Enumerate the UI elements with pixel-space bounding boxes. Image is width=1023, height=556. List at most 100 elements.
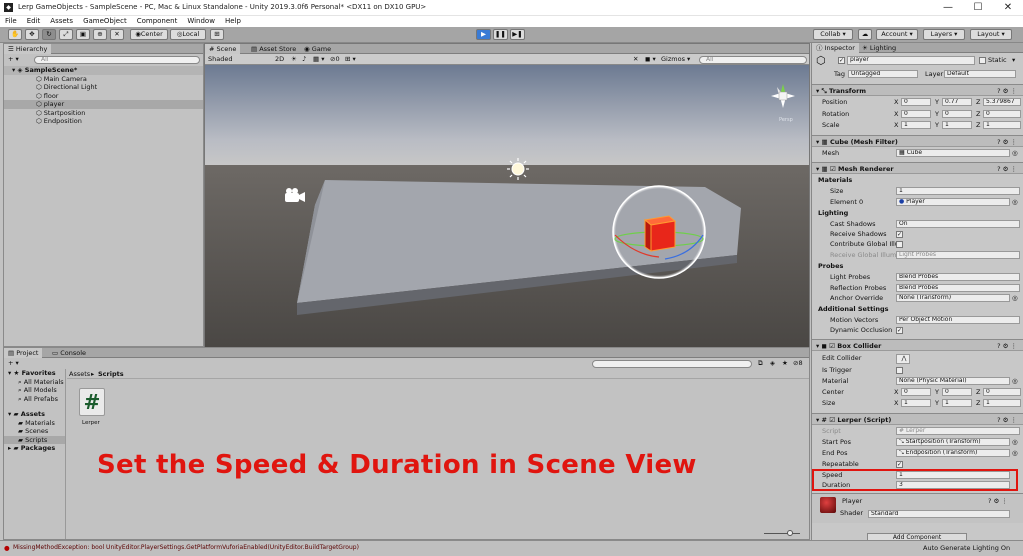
transform-tool-icon[interactable]: ⊕ [93, 29, 107, 40]
persp-label[interactable]: Persp [779, 117, 793, 123]
player-cube[interactable] [643, 215, 677, 252]
box-collider-header[interactable]: ▾ ◼ ☑ Box Collider? ⚙ ⋮ [812, 339, 1023, 351]
contribute-gi-checkbox[interactable] [896, 241, 903, 248]
audio-toggle-icon[interactable]: ♪ [302, 55, 306, 64]
element0-field[interactable]: ● Player [896, 198, 1010, 206]
project-search-input[interactable] [592, 360, 752, 368]
layout-dropdown[interactable]: Layout ▾ [970, 29, 1012, 40]
light-probes-dropdown[interactable]: Blend Probes [896, 273, 1020, 281]
object-picker-icon[interactable]: ◎ [1012, 376, 1018, 387]
start-pos-field[interactable]: ⤡ Startposition (Transform) [896, 438, 1010, 446]
hierarchy-item[interactable]: ⬡ Directional Light [4, 83, 203, 92]
move-tool-icon[interactable]: ✥ [25, 29, 39, 40]
account-dropdown[interactable]: Account ▾ [876, 29, 918, 40]
reflection-probes-dropdown[interactable]: Blend Probes [896, 284, 1020, 292]
mesh-renderer-header[interactable]: ▾ ▦ ☑ Mesh Renderer? ⚙ ⋮ [812, 162, 1023, 174]
hidden-packages-toggle[interactable]: ⊘8 [793, 359, 803, 368]
asset-file-label[interactable]: Lerper [82, 419, 100, 428]
menu-edit[interactable]: Edit [22, 16, 46, 27]
shader-dropdown[interactable]: Standard [868, 510, 1010, 518]
effects-toggle-icon[interactable]: ▦ ▾ [313, 55, 324, 64]
menu-assets[interactable]: Assets [45, 16, 78, 27]
object-picker-icon[interactable]: ◎ [1012, 197, 1018, 208]
object-picker-icon[interactable]: ◎ [1012, 437, 1018, 448]
component-menu-icon[interactable]: ? ⚙ ⋮ [988, 497, 1008, 506]
motion-vectors-dropdown[interactable]: Per Object Motion [896, 316, 1020, 324]
hierarchy-item[interactable]: ⬡ Startposition [4, 109, 203, 118]
probes-foldout[interactable]: Probes [812, 261, 1023, 272]
assets-folder[interactable]: ▾ ▰ Assets [8, 410, 45, 419]
tab-project[interactable]: ▤ Project [4, 348, 43, 358]
component-menu-icon[interactable]: ? ⚙ ⋮ [997, 414, 1017, 426]
hierarchy-item-selected[interactable]: ⬡ player [4, 100, 203, 109]
grid-toggle-icon[interactable]: ⊞ ▾ [345, 55, 356, 64]
rotation-y-field[interactable]: 0 [942, 110, 972, 118]
rotation-x-field[interactable]: 0 [901, 110, 931, 118]
breadcrumb-scripts[interactable]: Scripts [98, 370, 124, 379]
component-menu-icon[interactable]: ? ⚙ ⋮ [997, 85, 1017, 97]
tab-scene[interactable]: # Scene [205, 44, 241, 54]
scale-z-field[interactable]: 1 [983, 121, 1021, 129]
favorite-item[interactable]: ⌕ All Models [18, 386, 57, 395]
size-x-field[interactable]: 1 [901, 399, 931, 407]
size-z-field[interactable]: 1 [983, 399, 1021, 407]
collab-button[interactable]: Collab ▾ [813, 29, 853, 40]
active-checkbox[interactable]: ✓ [838, 57, 845, 64]
folder-item[interactable]: ▰ Materials [18, 419, 55, 428]
tab-inspector[interactable]: ⓘ Inspector [812, 43, 859, 53]
menu-gameobject[interactable]: GameObject [78, 16, 132, 27]
pause-button[interactable]: ❚❚ [493, 29, 508, 40]
static-checkbox[interactable] [979, 57, 986, 64]
filter-label-icon[interactable]: ◈ [770, 359, 775, 368]
scene-search-input[interactable]: All [699, 55, 807, 64]
materials-foldout[interactable]: Materials [812, 175, 1023, 186]
menu-window[interactable]: Window [182, 16, 220, 27]
scale-x-field[interactable]: 1 [901, 121, 931, 129]
menu-file[interactable]: File [0, 16, 22, 27]
position-z-field[interactable]: 5.379867 [983, 98, 1021, 106]
dynamic-occlusion-checkbox[interactable]: ✓ [896, 327, 903, 334]
rotate-tool-icon[interactable]: ↻ [42, 29, 56, 40]
cast-shadows-dropdown[interactable]: On [896, 220, 1020, 228]
gizmos-dropdown[interactable]: Gizmos ▾ [661, 55, 690, 64]
tab-lighting[interactable]: ☀ Lighting [858, 43, 900, 53]
icon-size-slider-handle[interactable] [787, 530, 793, 536]
custom-tool-icon[interactable]: ✕ [110, 29, 124, 40]
menu-help[interactable]: Help [220, 16, 246, 27]
end-pos-field[interactable]: ⤡ Endposition (Transform) [896, 449, 1010, 457]
receive-shadows-checkbox[interactable]: ✓ [896, 231, 903, 238]
center-y-field[interactable]: 0 [942, 388, 972, 396]
hierarchy-search-input[interactable]: All [34, 56, 200, 64]
icon-size-slider[interactable] [764, 533, 800, 534]
layer-dropdown[interactable]: Default [944, 70, 1016, 78]
is-trigger-checkbox[interactable] [896, 367, 903, 374]
materials-size-field[interactable]: 1 [896, 187, 1020, 195]
component-menu-icon[interactable]: ? ⚙ ⋮ [997, 340, 1017, 352]
close-button[interactable]: ✕ [993, 0, 1023, 16]
hierarchy-item[interactable]: ⬡ floor [4, 92, 203, 101]
maximize-button[interactable]: ☐ [963, 0, 993, 16]
object-name-field[interactable]: player [847, 56, 975, 65]
transform-header[interactable]: ▾ ⤡ Transform? ⚙ ⋮ [812, 84, 1023, 96]
layers-dropdown[interactable]: Layers ▾ [923, 29, 965, 40]
folder-item-selected[interactable]: ▰ Scripts [4, 435, 65, 444]
scene-render[interactable]: Persp [205, 65, 809, 347]
center-z-field[interactable]: 0 [983, 388, 1021, 396]
object-picker-icon[interactable]: ◎ [1012, 293, 1018, 304]
csharp-script-icon[interactable]: # [79, 388, 105, 416]
repeatable-checkbox[interactable]: ✓ [896, 461, 903, 468]
tab-asset-store[interactable]: ▤ Asset Store [247, 44, 300, 54]
auto-lighting-status[interactable]: Auto Generate Lighting On [923, 544, 1010, 553]
favorite-filter-icon[interactable]: ★ [782, 359, 788, 368]
object-picker-icon[interactable]: ◎ [1012, 448, 1018, 459]
hierarchy-item[interactable]: ⬡ Main Camera [4, 75, 203, 84]
mesh-field[interactable]: ▦ Cube [896, 149, 1010, 157]
hidden-objects-toggle[interactable]: ⊘0 [330, 55, 340, 64]
pivot-center-button[interactable]: ◉Center [130, 29, 168, 40]
minimize-button[interactable]: — [933, 0, 963, 16]
filter-type-icon[interactable]: ⧉ [758, 359, 763, 368]
status-error-message[interactable]: MissingMethodException: bool UnityEditor… [13, 544, 359, 553]
scene-root[interactable]: ▾ ◈ SampleScene* [4, 66, 203, 75]
add-component-button[interactable]: Add Component [867, 533, 967, 540]
hierarchy-add-button[interactable]: + ▾ [8, 55, 19, 64]
